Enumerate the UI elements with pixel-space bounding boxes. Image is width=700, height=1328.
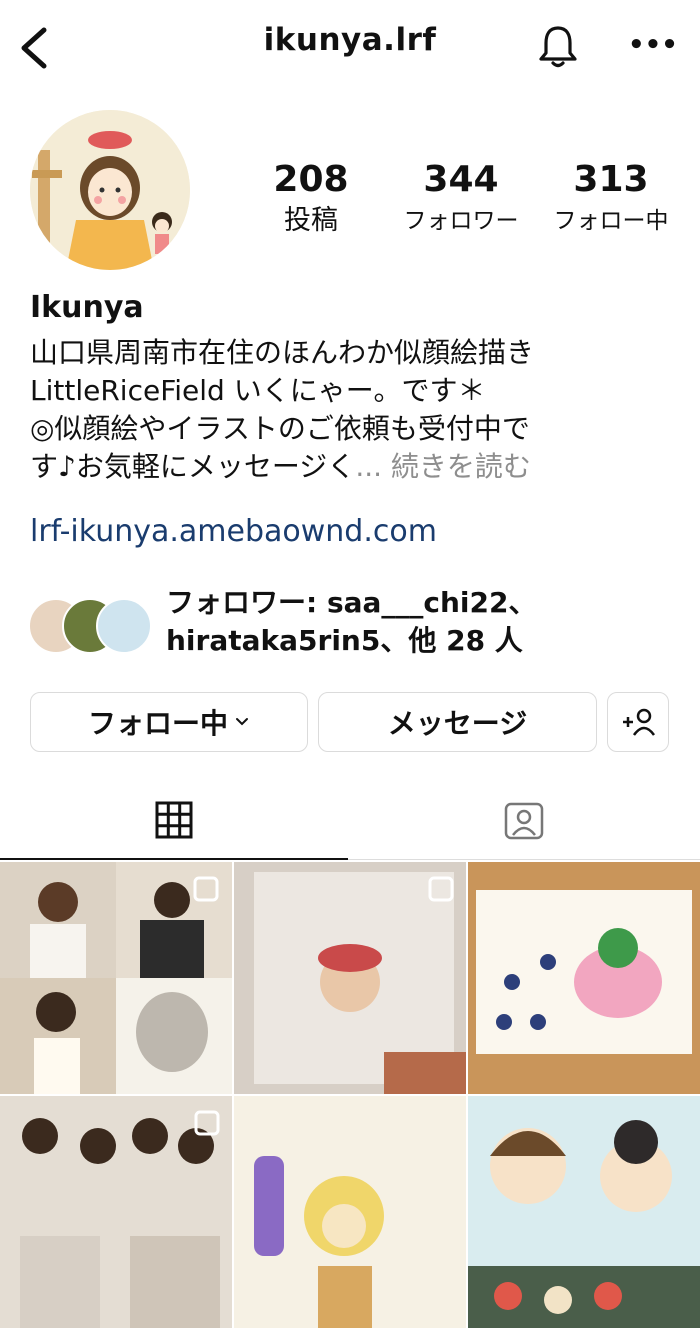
followers-count-value: 344 (423, 159, 499, 200)
message-button[interactable]: メッセージ (318, 692, 597, 752)
chevron-down-icon (236, 718, 248, 726)
post-image (234, 862, 466, 1094)
follower-avatar (96, 598, 152, 654)
posts-count-value: 208 (273, 159, 349, 200)
more-options-icon[interactable]: ••• (628, 30, 678, 60)
post-thumbnail[interactable] (234, 1096, 466, 1328)
post-image (234, 1096, 466, 1328)
post-image (0, 862, 232, 1094)
bio-line-last: す♪お気軽にメッセージく... 続きを読む (30, 448, 680, 486)
profile-avatar[interactable] (30, 110, 190, 270)
avatar-illustration (30, 110, 190, 270)
grid-icon (155, 801, 193, 839)
followed-by-line: hirataka5rin5、他 28 人 (166, 624, 523, 657)
following-count-value: 313 (573, 159, 649, 200)
post-thumbnail[interactable] (468, 1096, 700, 1328)
bell-icon[interactable] (536, 22, 580, 70)
following-button-label: フォロー中 (87, 707, 228, 740)
tagged-person-icon (504, 802, 544, 840)
bio-line: ◎似顔絵やイラストのご依頼も受付中で (30, 412, 530, 445)
followers-count-label: フォロワー (403, 208, 519, 234)
profile-username-title: ikunya.lrf (263, 22, 437, 58)
following-count-label: フォロー中 (553, 208, 669, 234)
following-button[interactable]: フォロー中 (30, 692, 308, 752)
bio-ellipsis: ... (355, 450, 383, 483)
suggested-users-button[interactable] (607, 692, 669, 752)
tab-tagged[interactable] (348, 780, 700, 860)
profile-bio: 山口県周南市在住のほんわか似顔絵描き LittleRiceField いくにゃー。… (30, 334, 680, 486)
post-image (468, 1096, 700, 1328)
post-thumbnail[interactable] (0, 1096, 232, 1328)
tab-posts-grid[interactable] (0, 780, 348, 860)
posts-count-label: 投稿 (284, 205, 338, 236)
bio-line: 山口県周南市在住のほんわか似顔絵描き (30, 336, 535, 369)
followed-by-avatars[interactable] (28, 594, 152, 654)
profile-website-link[interactable]: lrf-ikunya.amebaownd.com (30, 514, 437, 549)
post-image (0, 1096, 232, 1328)
post-image (468, 862, 700, 1094)
followers-count[interactable]: 344 フォロワー (386, 158, 536, 236)
read-more-link[interactable]: 続きを読む (391, 450, 531, 483)
following-count[interactable]: 313 フォロー中 (536, 158, 686, 236)
post-thumbnail[interactable] (468, 862, 700, 1094)
followed-by-line: フォロワー: saa___chi22、 (166, 586, 537, 619)
post-thumbnail[interactable] (234, 862, 466, 1094)
post-thumbnail[interactable] (0, 862, 232, 1094)
posts-count[interactable]: 208 投稿 (236, 158, 386, 236)
profile-name: Ikunya (30, 290, 144, 325)
bio-line: す♪お気軽にメッセージく (30, 450, 356, 483)
add-user-icon (623, 708, 656, 736)
bio-line: LittleRiceField いくにゃー。です＊ (30, 374, 486, 407)
message-button-label: メッセージ (387, 707, 528, 740)
followed-by-text[interactable]: フォロワー: saa___chi22、 hirataka5rin5、他 28 人 (166, 584, 537, 660)
